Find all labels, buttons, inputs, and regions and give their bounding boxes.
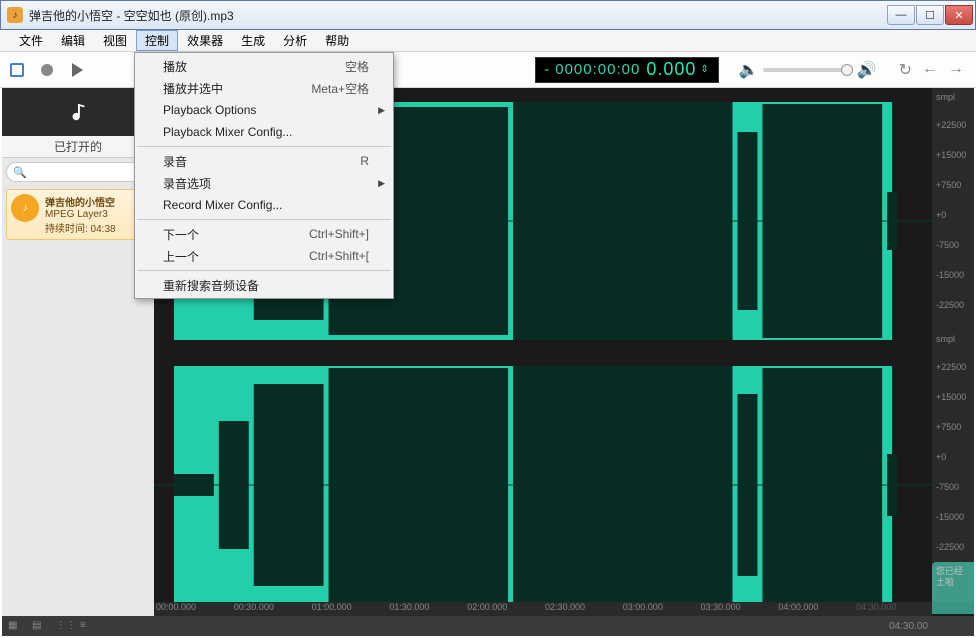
timecode-right: 0.000 xyxy=(646,59,696,80)
app-icon: ♪ xyxy=(7,7,23,23)
history-buttons: ↻ ← → xyxy=(899,60,964,80)
timecode-display: - 0000:00:00 0.000 ⇕ xyxy=(535,57,719,83)
menu-generate[interactable]: 生成 xyxy=(232,30,274,51)
window-title: 弹吉他的小悟空 - 空空如也 (原创).mp3 xyxy=(29,7,886,24)
menu-separator xyxy=(137,270,391,271)
time-tick: 02:30.000 xyxy=(543,602,621,616)
ruler-label: +22500 xyxy=(936,362,966,372)
menu-item-record[interactable]: 录音R xyxy=(135,150,393,172)
file-name: 弹吉他的小悟空 xyxy=(45,194,116,209)
status-icon-2[interactable]: ▤ xyxy=(32,620,46,632)
search-icon: 🔍 xyxy=(13,166,27,179)
menu-item-record-mixer[interactable]: Record Mixer Config... xyxy=(135,194,393,216)
search-input[interactable]: 🔍 xyxy=(6,162,150,182)
window-controls: — ☐ ✕ xyxy=(886,5,973,25)
volume-mute-icon[interactable]: 🔈 xyxy=(739,60,759,80)
ruler-label: +7500 xyxy=(936,422,961,432)
time-tick: 01:30.000 xyxy=(387,602,465,616)
time-tick: 03:00.000 xyxy=(621,602,699,616)
menu-analyze[interactable]: 分析 xyxy=(274,30,316,51)
watermark: 您已经 土啦 xyxy=(932,562,974,614)
time-tick: 03:30.000 xyxy=(699,602,777,616)
time-tick: 04:00.000 xyxy=(776,602,854,616)
status-icon-4[interactable]: ≡ xyxy=(80,620,94,632)
file-duration: 持续时间: 04:38 xyxy=(45,220,116,235)
play-button[interactable] xyxy=(66,59,88,81)
ruler-label: +0 xyxy=(936,452,946,462)
volume-slider[interactable] xyxy=(763,68,853,72)
menu-help[interactable]: 帮助 xyxy=(316,30,358,51)
statusbar: ▦ ▤ ⋮⋮ ≡ 04:30.00 xyxy=(2,616,974,636)
amplitude-ruler: smpl +22500 +15000 +7500 +0 -7500 -15000… xyxy=(932,88,974,602)
menu-item-playback-options[interactable]: Playback Options▶ xyxy=(135,99,393,121)
record-button[interactable] xyxy=(36,59,58,81)
time-tick: 01:00.000 xyxy=(310,602,388,616)
ruler-label: -7500 xyxy=(936,240,959,250)
file-audio-icon: ♪ xyxy=(11,194,39,222)
menu-control[interactable]: 控制 xyxy=(136,30,178,51)
titlebar: ♪ 弹吉他的小悟空 - 空空如也 (原创).mp3 — ☐ ✕ xyxy=(0,0,976,30)
volume-control[interactable]: 🔈 🔊 xyxy=(739,60,877,80)
sidebar: 已打开的 🔍 ♪ 弹吉他的小悟空 MPEG Layer3 持续时间: 04:38 xyxy=(2,88,154,616)
ruler-label: +7500 xyxy=(936,180,961,190)
ruler-label: smpl xyxy=(936,92,955,102)
menu-effects[interactable]: 效果器 xyxy=(178,30,232,51)
music-note-icon xyxy=(67,101,89,123)
status-time: 04:30.00 xyxy=(889,621,928,632)
ruler-label: +15000 xyxy=(936,392,966,402)
time-ruler[interactable]: 00:00.000 00:30.000 01:00.000 01:30.000 … xyxy=(154,602,932,616)
menu-view[interactable]: 视图 xyxy=(94,30,136,51)
sidebar-header xyxy=(2,88,154,136)
time-tick: 04:30.000 xyxy=(854,602,932,616)
history-forward-icon[interactable]: → xyxy=(948,60,964,80)
ruler-label: -7500 xyxy=(936,482,959,492)
menu-item-play[interactable]: 播放空格 xyxy=(135,55,393,77)
ruler-label: smpl xyxy=(936,334,955,344)
minimize-button[interactable]: — xyxy=(887,5,915,25)
ruler-label: +22500 xyxy=(936,120,966,130)
stop-button[interactable] xyxy=(6,59,28,81)
ruler-label: +0 xyxy=(936,210,946,220)
menu-separator xyxy=(137,219,391,220)
time-tick: 00:00.000 xyxy=(154,602,232,616)
menu-item-next[interactable]: 下一个Ctrl+Shift+] xyxy=(135,223,393,245)
menu-item-rescan-devices[interactable]: 重新搜索音频设备 xyxy=(135,274,393,296)
menu-separator xyxy=(137,146,391,147)
sidebar-tab-opened[interactable]: 已打开的 xyxy=(2,136,154,158)
time-tick: 02:00.000 xyxy=(465,602,543,616)
menu-item-play-selection[interactable]: 播放并选中Meta+空格 xyxy=(135,77,393,99)
history-refresh-icon[interactable]: ↻ xyxy=(899,60,912,80)
history-back-icon[interactable]: ← xyxy=(922,60,938,80)
file-codec: MPEG Layer3 xyxy=(45,209,116,220)
maximize-button[interactable]: ☐ xyxy=(916,5,944,25)
ruler-label: -22500 xyxy=(936,542,964,552)
menu-item-prev[interactable]: 上一个Ctrl+Shift+[ xyxy=(135,245,393,267)
status-icon-1[interactable]: ▦ xyxy=(8,620,22,632)
menu-file[interactable]: 文件 xyxy=(10,30,52,51)
menu-item-playback-mixer[interactable]: Playback Mixer Config... xyxy=(135,121,393,143)
timecode-handle-icon: ⇕ xyxy=(700,64,709,75)
ruler-label: -15000 xyxy=(936,270,964,280)
status-icon-3[interactable]: ⋮⋮ xyxy=(56,620,70,632)
ruler-label: -15000 xyxy=(936,512,964,522)
timecode-left: - 0000:00:00 xyxy=(544,61,640,78)
control-menu-dropdown: 播放空格 播放并选中Meta+空格 Playback Options▶ Play… xyxy=(134,52,394,299)
time-tick: 00:30.000 xyxy=(232,602,310,616)
menu-item-record-options[interactable]: 录音选项▶ xyxy=(135,172,393,194)
waveform-channel-2 xyxy=(154,356,932,614)
file-list-item[interactable]: ♪ 弹吉他的小悟空 MPEG Layer3 持续时间: 04:38 xyxy=(6,189,150,240)
menubar: 文件 编辑 视图 控制 效果器 生成 分析 帮助 xyxy=(0,30,976,52)
close-button[interactable]: ✕ xyxy=(945,5,973,25)
ruler-label: -22500 xyxy=(936,300,964,310)
menu-edit[interactable]: 编辑 xyxy=(52,30,94,51)
volume-max-icon: 🔊 xyxy=(857,60,877,80)
ruler-label: +15000 xyxy=(936,150,966,160)
